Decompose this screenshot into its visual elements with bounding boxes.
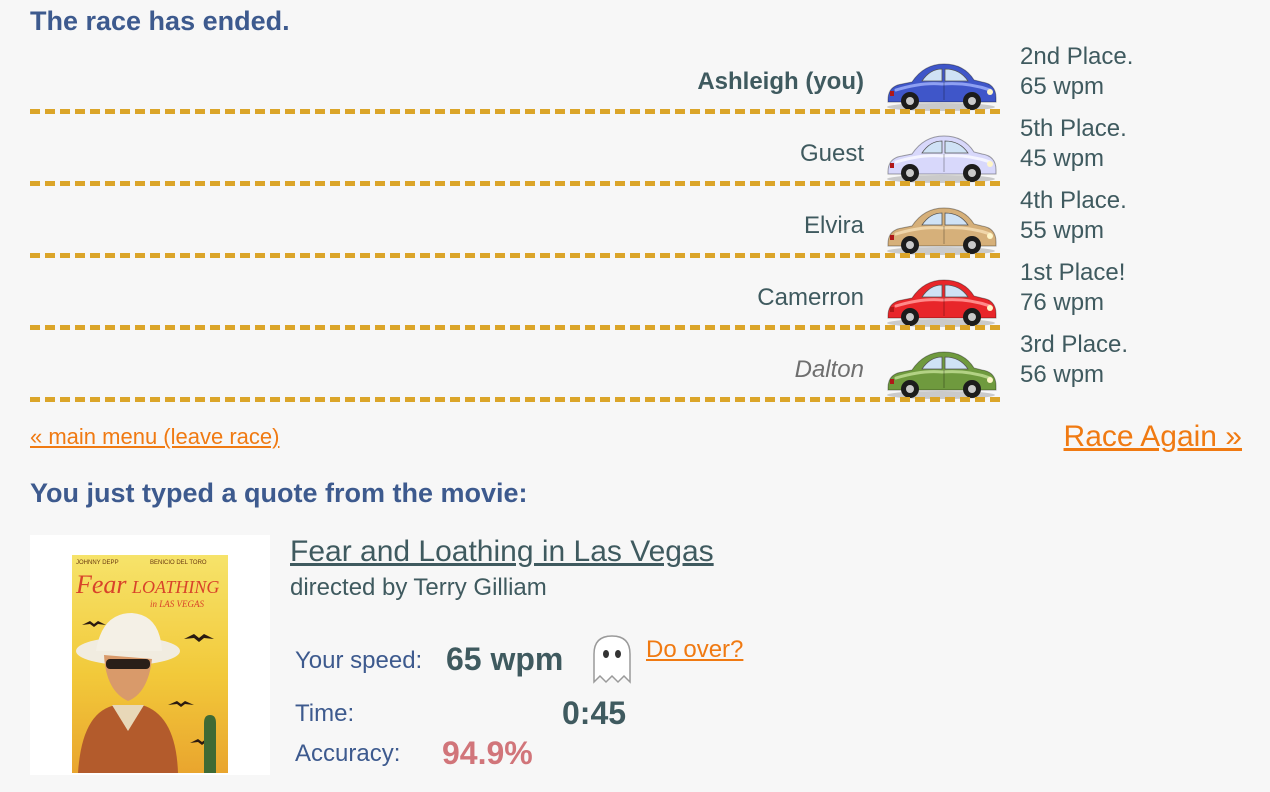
- directed-by-label: directed by: [290, 574, 408, 601]
- accuracy-value: 94.9%: [442, 735, 533, 771]
- time-value: 0:45: [562, 695, 627, 731]
- quote-heading: You just typed a quote from the movie:: [30, 478, 528, 508]
- race-lane: Camerron 1st Place! 76 wpm: [30, 258, 1125, 330]
- racer-name: Elvira: [803, 212, 864, 239]
- race-results-page: The race has ended. Ashleigh (you) 2nd P…: [0, 0, 1270, 792]
- race-result: 5th Place. 45 wpm: [1020, 114, 1220, 174]
- race-ended-heading: The race has ended.: [30, 6, 290, 36]
- ghost-icon[interactable]: [586, 632, 638, 684]
- speed-label: Your speed:: [295, 647, 423, 674]
- race-lane: Dalton 3rd Place. 56 wpm: [30, 330, 1128, 402]
- lane-divider: [30, 397, 1000, 402]
- poster-title-fear: Fear: [75, 570, 127, 599]
- race-speed: 45 wpm: [1020, 145, 1105, 172]
- director-line: directed by Terry Gilliam: [290, 574, 547, 602]
- poster-title-vegas: in LAS VEGAS: [150, 599, 204, 609]
- racer-name: Guest: [799, 140, 864, 167]
- poster-title-loathing: LOATHING: [131, 577, 219, 597]
- do-over-link[interactable]: Do over?: [646, 636, 743, 664]
- race-speed: 65 wpm: [1020, 73, 1105, 100]
- movie-poster[interactable]: JOHNNY DEPP BENICIO DEL TORO Fear LOATHI…: [72, 555, 228, 773]
- accuracy-label: Accuracy:: [295, 740, 401, 767]
- race-speed: 56 wpm: [1020, 361, 1105, 388]
- car-icon: [887, 135, 997, 183]
- car-icon: [887, 351, 997, 399]
- car-icon: [887, 207, 997, 255]
- race-place: 5th Place.: [1020, 115, 1127, 142]
- car-icon: [887, 63, 997, 111]
- racer-name: Ashleigh (you): [697, 68, 864, 95]
- race-lane: Ashleigh (you) 2nd Place. 65 wpm: [30, 42, 1133, 114]
- race-lane: Elvira 4th Place. 55 wpm: [30, 186, 1127, 258]
- race-again-link[interactable]: Race Again »: [1064, 420, 1242, 454]
- poster-actor-left: JOHNNY DEPP: [76, 560, 119, 566]
- race-result: 1st Place! 76 wpm: [1020, 258, 1220, 318]
- car-icon: [887, 279, 997, 327]
- director-name: Terry Gilliam: [413, 574, 547, 601]
- racer-name: Dalton: [794, 356, 864, 383]
- movie-poster-frame: JOHNNY DEPP BENICIO DEL TORO Fear LOATHI…: [30, 535, 270, 775]
- race-place: 4th Place.: [1020, 187, 1127, 214]
- race-speed: 76 wpm: [1020, 289, 1105, 316]
- race-place: 3rd Place.: [1020, 331, 1129, 358]
- time-label: Time:: [295, 700, 355, 727]
- race-speed: 55 wpm: [1020, 217, 1105, 244]
- race-result: 2nd Place. 65 wpm: [1020, 42, 1220, 102]
- poster-actor-right: BENICIO DEL TORO: [150, 560, 207, 566]
- race-result: 3rd Place. 56 wpm: [1020, 330, 1220, 390]
- race-place: 2nd Place.: [1020, 43, 1134, 70]
- movie-title-link[interactable]: Fear and Loathing in Las Vegas: [290, 535, 714, 569]
- race-lane: Guest 5th Place. 45 wpm: [30, 114, 1127, 186]
- main-menu-link[interactable]: « main menu (leave race): [30, 424, 279, 450]
- race-place: 1st Place!: [1020, 259, 1126, 286]
- race-result: 4th Place. 55 wpm: [1020, 186, 1220, 246]
- speed-value: 65 wpm: [446, 641, 564, 677]
- racer-name: Camerron: [757, 284, 864, 311]
